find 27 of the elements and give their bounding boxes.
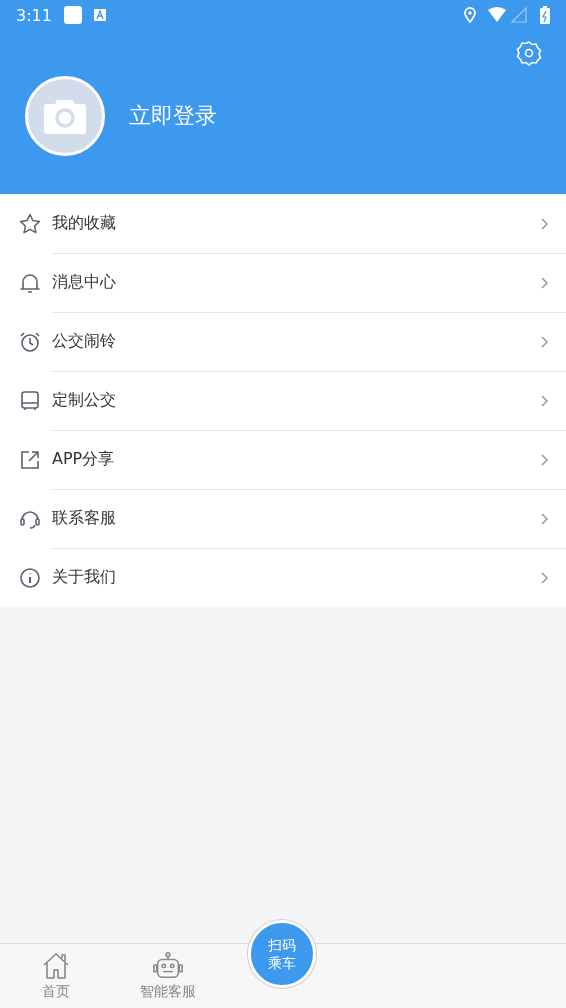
menu-item[interactable]: 联系客服 — [52, 508, 540, 529]
tab[interactable]: 首页 — [0, 944, 112, 1008]
menu-item[interactable]: 定制公交 — [52, 390, 540, 411]
battery-icon — [540, 6, 550, 24]
chevron-right-icon — [540, 393, 550, 408]
menu-item[interactable]: 公交闹铃 — [52, 331, 540, 352]
bus-icon — [18, 388, 42, 413]
chevron-right-icon — [540, 216, 550, 231]
signal-icon — [488, 7, 528, 23]
menu-item[interactable]: 消息中心 — [52, 272, 540, 293]
keyboard-icon — [93, 9, 106, 21]
chevron-right-icon — [540, 570, 550, 585]
location-icon — [464, 7, 476, 23]
settings-icon[interactable] — [516, 40, 542, 66]
chevron-right-icon — [540, 452, 550, 467]
chevron-right-icon — [540, 334, 550, 349]
star-icon — [18, 211, 42, 236]
menu-item[interactable]: 关于我们 — [52, 567, 540, 588]
alarm-clock-icon — [18, 329, 42, 354]
info-icon — [18, 565, 42, 590]
menu-item[interactable]: APP分享 — [52, 449, 540, 470]
chevron-right-icon — [540, 511, 550, 526]
status-time: 3:11 — [16, 5, 52, 25]
notification-icon — [63, 6, 82, 24]
menu-item[interactable]: 我的收藏 — [52, 213, 540, 234]
robot-icon — [152, 951, 184, 981]
chevron-right-icon — [540, 275, 550, 290]
